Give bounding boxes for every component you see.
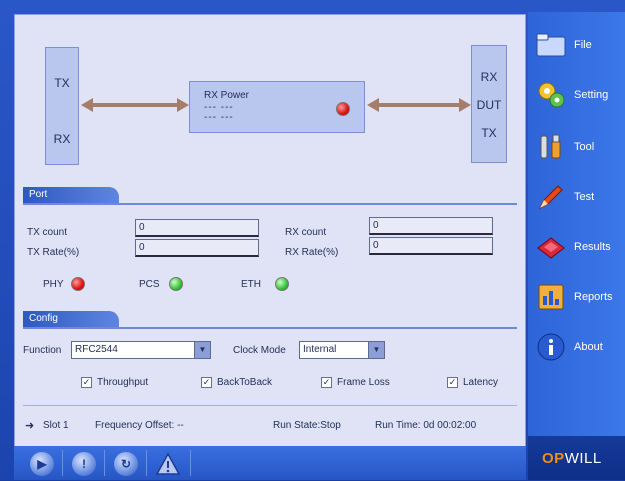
rx-count-label: RX count: [285, 227, 327, 238]
play-icon[interactable]: ▶: [30, 452, 54, 476]
function-label: Function: [23, 345, 62, 356]
config-section-title: Config: [23, 311, 119, 327]
sidebar-item-label: Tool: [574, 141, 595, 153]
clock-mode-value: Internal: [303, 344, 337, 355]
logo-op-text: OP: [542, 449, 565, 467]
run-time-text: Run Time: 0d 00:02:00: [375, 420, 477, 431]
rx-power-led: [336, 102, 350, 116]
function-value: RFC2544: [75, 344, 118, 355]
wrench-icon: [534, 130, 568, 164]
backtoback-checkbox[interactable]: ✓ BackToBack: [201, 377, 272, 388]
throughput-label: Throughput: [97, 377, 149, 388]
arrow-right-icon: ➜: [25, 420, 35, 432]
function-select[interactable]: RFC2544 ▼: [71, 341, 211, 359]
tx-rate-field[interactable]: 0: [135, 239, 259, 257]
sidebar-item-label: Setting: [574, 89, 609, 101]
gears-icon: [534, 78, 568, 112]
rx-power-label: RX Power: [204, 90, 250, 101]
status-bar: ➜ Slot 1 Frequency Offset: -- Run State:…: [25, 419, 519, 435]
checkmark-icon[interactable]: ✓: [321, 377, 332, 388]
folder-icon: [534, 28, 568, 62]
toolbar-separator: [146, 450, 147, 476]
run-state-text: Run State:Stop: [273, 420, 341, 431]
logo-will-text: WILL: [564, 449, 602, 467]
status-divider: [23, 405, 517, 406]
port-section-title: Port: [23, 187, 119, 203]
clock-mode-label: Clock Mode: [233, 345, 286, 356]
rx-rate-label: RX Rate(%): [285, 247, 339, 258]
toolbar-separator: [190, 450, 191, 476]
pencil-icon: [534, 180, 568, 214]
tester-port-box: TX RX: [45, 47, 79, 165]
slot-text: Slot 1: [43, 420, 69, 431]
opwill-logo: OP WILL: [528, 436, 625, 480]
sidebar-item-setting[interactable]: Setting: [534, 70, 625, 120]
eth-led: [275, 277, 289, 291]
dut-label: DUT: [476, 98, 502, 112]
left-double-arrow-icon: [81, 98, 189, 112]
toolbar-separator: [62, 450, 63, 476]
chevron-down-icon[interactable]: ▼: [368, 342, 384, 358]
results-icon: [534, 230, 568, 264]
rx-count-field[interactable]: 0: [369, 217, 493, 235]
frame-loss-checkbox[interactable]: ✓ Frame Loss: [321, 377, 390, 388]
report-icon: [534, 280, 568, 314]
latency-label: Latency: [463, 377, 499, 388]
config-divider: [23, 327, 517, 329]
sidebar-item-label: Test: [574, 191, 595, 203]
rx-power-value-2: --- ---: [204, 112, 234, 123]
checkmark-icon[interactable]: ✓: [81, 377, 92, 388]
sidebar-item-about[interactable]: About: [534, 322, 625, 372]
sidebar-item-label: File: [574, 39, 592, 51]
phy-label: PHY: [43, 279, 64, 290]
chevron-down-icon[interactable]: ▼: [194, 342, 210, 358]
pcs-led: [169, 277, 183, 291]
tx-count-field[interactable]: 0: [135, 219, 259, 237]
dut-tx-label: TX: [481, 126, 497, 140]
alert-icon[interactable]: !: [72, 452, 96, 476]
tester-tx-label: TX: [54, 76, 70, 90]
latency-checkbox[interactable]: ✓ Latency: [447, 377, 498, 388]
rx-power-box: RX Power --- --- --- ---: [189, 81, 365, 133]
frame-loss-label: Frame Loss: [337, 377, 390, 388]
sidebar-item-results[interactable]: Results: [534, 222, 625, 272]
sidebar-item-label: Reports: [574, 291, 613, 303]
tx-count-label: TX count: [27, 227, 68, 238]
sidebar-item-tool[interactable]: Tool: [534, 122, 625, 172]
tester-rx-label: RX: [53, 132, 71, 146]
warning-triangle-icon[interactable]: [155, 452, 181, 476]
sidebar-item-label: Results: [574, 241, 611, 253]
sidebar-item-label: About: [574, 341, 603, 353]
right-double-arrow-icon: [367, 98, 471, 112]
refresh-icon[interactable]: ↻: [114, 452, 138, 476]
frequency-offset-text: Frequency Offset: --: [95, 420, 184, 431]
port-divider: [23, 203, 517, 205]
toolbar-separator: [104, 450, 105, 476]
throughput-checkbox[interactable]: ✓ Throughput: [81, 377, 148, 388]
dut-box: RX DUT TX: [471, 45, 507, 163]
rx-rate-field[interactable]: 0: [369, 237, 493, 255]
dut-rx-label: RX: [480, 70, 498, 84]
sidebar-item-test[interactable]: Test: [534, 172, 625, 222]
tx-rate-label: TX Rate(%): [27, 247, 80, 258]
sidebar-item-reports[interactable]: Reports: [534, 272, 625, 322]
checkmark-icon[interactable]: ✓: [447, 377, 458, 388]
clock-mode-select[interactable]: Internal ▼: [299, 341, 385, 359]
sidebar: File Setting Tool Test Results Reports A…: [528, 12, 625, 480]
info-icon: [534, 330, 568, 364]
backtoback-label: BackToBack: [217, 377, 273, 388]
bottom-toolbar: ▶ ! ↻: [14, 446, 526, 480]
sidebar-item-file[interactable]: File: [534, 20, 625, 70]
eth-label: ETH: [241, 279, 261, 290]
pcs-label: PCS: [139, 279, 160, 290]
phy-led: [71, 277, 85, 291]
checkmark-icon[interactable]: ✓: [201, 377, 212, 388]
main-panel: TX RX RX Power --- --- --- --- RX DUT TX…: [14, 14, 526, 450]
